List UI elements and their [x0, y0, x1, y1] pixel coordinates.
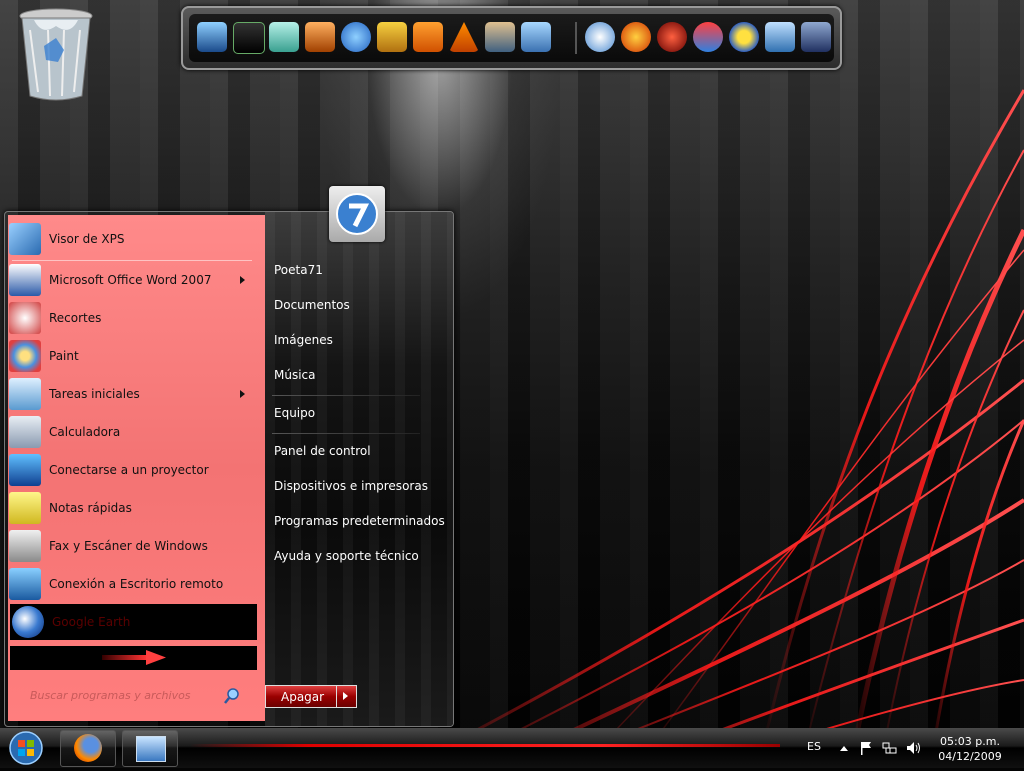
users-icon[interactable]: [485, 22, 515, 52]
shutdown-split: [336, 686, 337, 707]
paint-tool-icon[interactable]: [693, 22, 723, 52]
taskbar-explorer-button[interactable]: [122, 730, 178, 767]
control-panel-icon: [136, 736, 166, 762]
search-icon[interactable]: [224, 688, 240, 704]
program-label: Fax y Escáner de Windows: [49, 539, 208, 553]
program-item[interactable]: Visor de XPS: [7, 222, 253, 256]
language-indicator[interactable]: ES: [807, 740, 821, 753]
program-item[interactable]: Tareas iniciales: [7, 377, 253, 411]
pictures-link[interactable]: Imágenes: [274, 333, 333, 347]
submenu-arrow-icon[interactable]: [240, 276, 245, 284]
program-label: Conexión a Escritorio remoto: [49, 577, 224, 591]
clock-time: 05:03 p.m.: [940, 735, 1000, 748]
dock-separator: [575, 22, 577, 54]
ie-icon[interactable]: [341, 22, 371, 52]
glass-icon[interactable]: [269, 22, 299, 52]
windows7-logo-icon: [336, 193, 378, 235]
shutdown-label: Apagar: [281, 690, 325, 704]
paint-icon: [9, 340, 41, 372]
program-label: Visor de XPS: [49, 232, 125, 246]
firefox-icon: [74, 734, 102, 762]
atube-catcher-icon[interactable]: [657, 22, 687, 52]
devices-printers-link[interactable]: Dispositivos e impresoras: [274, 479, 428, 493]
documents-link[interactable]: Documentos: [274, 298, 350, 312]
shutdown-options-arrow-icon[interactable]: [343, 692, 348, 700]
program-label: Notas rápidas: [49, 501, 132, 515]
monitor-icon[interactable]: [197, 22, 227, 52]
program-item[interactable]: Microsoft Office Word 2007: [7, 263, 253, 297]
user-picture[interactable]: [329, 186, 385, 242]
all-programs-button[interactable]: [10, 646, 257, 670]
fridge-icon[interactable]: [521, 22, 551, 52]
program-label: Calculadora: [49, 425, 121, 439]
search-placeholder: Buscar programas y archivos: [30, 689, 191, 702]
network-icon[interactable]: [801, 22, 831, 52]
program-label: Paint: [49, 349, 79, 363]
shutdown-button[interactable]: Apagar: [265, 685, 357, 708]
projector-icon: [9, 454, 41, 486]
snipping-tool-icon: [9, 302, 41, 334]
computer-link[interactable]: Equipo: [274, 406, 315, 420]
program-label: Google Earth: [52, 615, 131, 629]
program-item[interactable]: Conectarse a un proyector: [7, 453, 253, 487]
taskbar-firefox-button[interactable]: [60, 730, 116, 767]
calculator-icon: [9, 416, 41, 448]
program-item[interactable]: Paint: [7, 339, 253, 373]
help-support-link[interactable]: Ayuda y soporte técnico: [274, 549, 419, 563]
default-programs-link[interactable]: Programas predeterminados: [274, 514, 445, 528]
media-player-icon[interactable]: [413, 22, 443, 52]
places-separator: [272, 433, 420, 434]
quick-launch-dock: [181, 6, 842, 70]
program-label: Conectarse a un proyector: [49, 463, 209, 477]
sticky-notes-icon: [9, 492, 41, 524]
user-name-link[interactable]: Poeta71: [274, 263, 323, 277]
action-center-flag-icon[interactable]: [858, 741, 874, 755]
getting-started-icon: [9, 378, 41, 410]
music-link[interactable]: Música: [274, 368, 316, 382]
taskbar: ES 05:03 p.m. 04/12/2009: [0, 728, 1024, 768]
taskbar-accent: [190, 744, 780, 747]
search-box[interactable]: Buscar programas y archivos: [14, 686, 246, 706]
windows-orb-icon: [9, 731, 43, 765]
start-menu-places-pane: [265, 212, 453, 726]
star-icon[interactable]: [729, 22, 759, 52]
start-button[interactable]: [4, 729, 48, 767]
word-icon: [9, 264, 41, 296]
arrow-right-icon: [102, 650, 166, 665]
program-item[interactable]: Conexión a Escritorio remoto: [7, 567, 253, 601]
program-item[interactable]: Fax y Escáner de Windows: [7, 529, 253, 563]
clock[interactable]: 05:03 p.m. 04/12/2009: [930, 734, 1010, 764]
fax-scanner-icon: [9, 530, 41, 562]
system-monitor-icon[interactable]: [233, 22, 265, 54]
gadget-icon[interactable]: [377, 22, 407, 52]
program-label: Recortes: [49, 311, 102, 325]
control-panel-link[interactable]: Panel de control: [274, 444, 371, 458]
pinned-separator: [12, 260, 252, 261]
network-status-icon[interactable]: [882, 741, 898, 755]
xps-viewer-icon: [9, 223, 41, 255]
photo-icon[interactable]: [305, 22, 335, 52]
submenu-arrow-icon[interactable]: [240, 390, 245, 398]
places-separator: [272, 395, 420, 396]
program-item[interactable]: Notas rápidas: [7, 491, 253, 525]
globe-icon[interactable]: [585, 22, 615, 52]
google-earth-icon: [12, 606, 44, 638]
vlc-icon[interactable]: [449, 22, 479, 52]
clock-date: 04/12/2009: [938, 750, 1002, 763]
volume-icon[interactable]: [906, 741, 922, 755]
program-label: Microsoft Office Word 2007: [49, 273, 212, 287]
program-label: Tareas iniciales: [49, 387, 140, 401]
show-hidden-icons-icon[interactable]: [836, 741, 852, 755]
program-item[interactable]: Calculadora: [7, 415, 253, 449]
program-item-google-earth[interactable]: Google Earth: [10, 604, 257, 640]
remote-desktop-icon: [9, 568, 41, 600]
virtualbox-icon[interactable]: [765, 22, 795, 52]
program-item[interactable]: Recortes: [7, 301, 253, 335]
recycle-bin-icon[interactable]: [18, 6, 94, 102]
firefox-alt-icon[interactable]: [621, 22, 651, 52]
